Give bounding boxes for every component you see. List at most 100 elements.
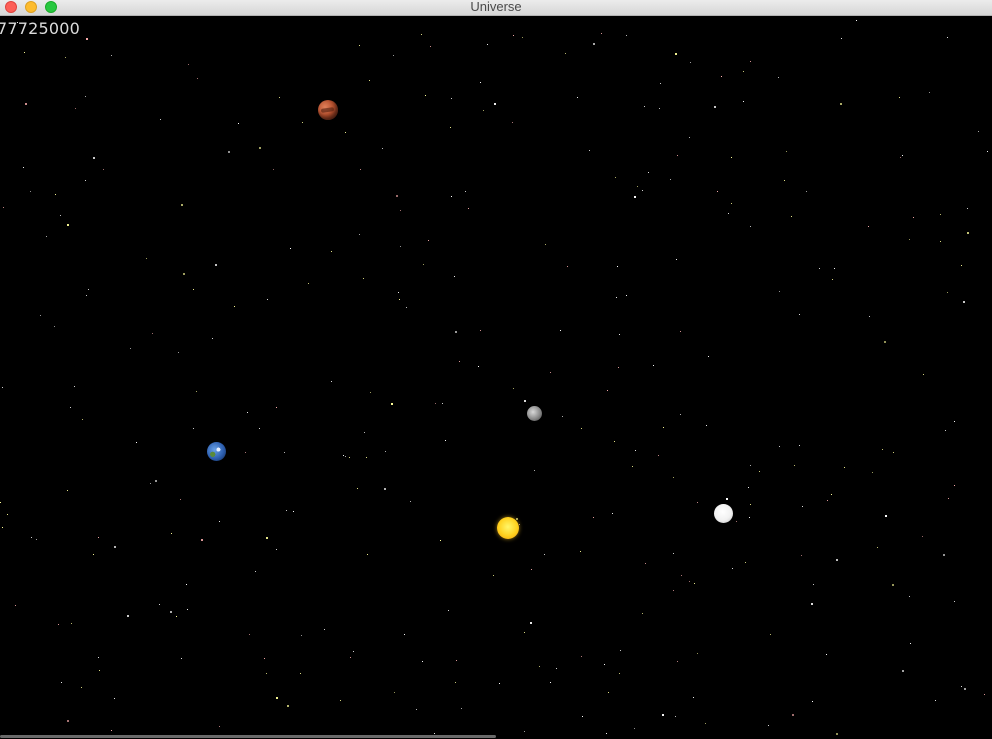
star xyxy=(935,700,936,701)
star xyxy=(619,334,620,335)
star xyxy=(364,432,365,433)
star xyxy=(736,521,737,522)
star xyxy=(55,194,56,195)
star xyxy=(954,601,955,602)
star xyxy=(634,728,635,729)
star xyxy=(593,517,594,518)
star xyxy=(324,629,325,630)
star xyxy=(645,563,646,564)
star xyxy=(562,416,563,417)
star xyxy=(399,299,400,300)
star xyxy=(550,372,551,373)
star xyxy=(300,673,301,674)
moon xyxy=(527,406,542,421)
star xyxy=(480,330,481,331)
star xyxy=(987,151,988,152)
star xyxy=(2,387,3,388)
star xyxy=(604,664,605,665)
star xyxy=(396,195,398,197)
star xyxy=(524,731,525,732)
star xyxy=(899,97,900,98)
window-title: Universe xyxy=(470,0,522,14)
star xyxy=(550,682,551,683)
star xyxy=(331,381,332,382)
star xyxy=(524,400,526,402)
star xyxy=(806,191,807,192)
horizontal-scrollbar[interactable] xyxy=(0,735,496,738)
star xyxy=(435,403,436,404)
star xyxy=(103,169,104,170)
star xyxy=(581,428,582,429)
star xyxy=(967,208,968,209)
star xyxy=(626,295,627,296)
star xyxy=(181,204,183,206)
star xyxy=(513,35,514,36)
star xyxy=(922,536,923,537)
star xyxy=(844,467,845,468)
star xyxy=(945,430,946,431)
star xyxy=(74,386,75,387)
star xyxy=(186,584,187,585)
star xyxy=(393,55,394,56)
star xyxy=(264,658,265,659)
star xyxy=(276,549,277,550)
star xyxy=(421,34,422,35)
star xyxy=(706,425,707,426)
star xyxy=(425,95,426,96)
star xyxy=(947,37,948,38)
star xyxy=(331,251,332,252)
star xyxy=(259,428,260,429)
universe-canvas[interactable]: 77725000 xyxy=(0,16,992,739)
star xyxy=(67,490,68,491)
star xyxy=(902,155,903,156)
star xyxy=(900,157,901,158)
star xyxy=(234,306,235,307)
star xyxy=(954,421,955,422)
star xyxy=(58,624,59,625)
star xyxy=(743,101,744,102)
star xyxy=(693,697,694,698)
star xyxy=(349,457,350,458)
star xyxy=(287,705,289,707)
star xyxy=(836,733,838,735)
star xyxy=(267,299,268,300)
star xyxy=(556,668,557,669)
star xyxy=(465,191,466,192)
star xyxy=(273,169,274,170)
star xyxy=(40,315,41,316)
star xyxy=(784,180,785,181)
star xyxy=(750,504,751,505)
star xyxy=(46,236,47,237)
sun xyxy=(497,517,519,539)
star xyxy=(826,654,827,655)
star xyxy=(159,604,160,605)
star xyxy=(615,177,616,178)
star xyxy=(580,551,581,552)
star xyxy=(448,610,449,611)
star xyxy=(394,692,395,693)
star xyxy=(726,498,728,500)
star xyxy=(827,500,828,501)
star xyxy=(67,224,69,226)
star xyxy=(531,569,532,570)
star xyxy=(770,634,771,635)
star xyxy=(276,697,278,699)
star xyxy=(954,485,955,486)
star xyxy=(193,428,194,429)
star xyxy=(653,365,654,366)
star xyxy=(743,71,744,72)
star xyxy=(522,37,523,38)
star xyxy=(913,217,914,218)
star xyxy=(961,686,962,687)
star xyxy=(434,733,435,734)
star xyxy=(249,634,250,635)
star xyxy=(219,726,220,727)
star xyxy=(673,553,674,554)
star xyxy=(293,511,294,512)
title-bar[interactable]: Universe xyxy=(0,0,992,16)
star xyxy=(831,494,832,495)
star xyxy=(545,244,546,245)
star xyxy=(54,326,55,327)
star xyxy=(813,584,814,585)
star xyxy=(513,388,514,389)
